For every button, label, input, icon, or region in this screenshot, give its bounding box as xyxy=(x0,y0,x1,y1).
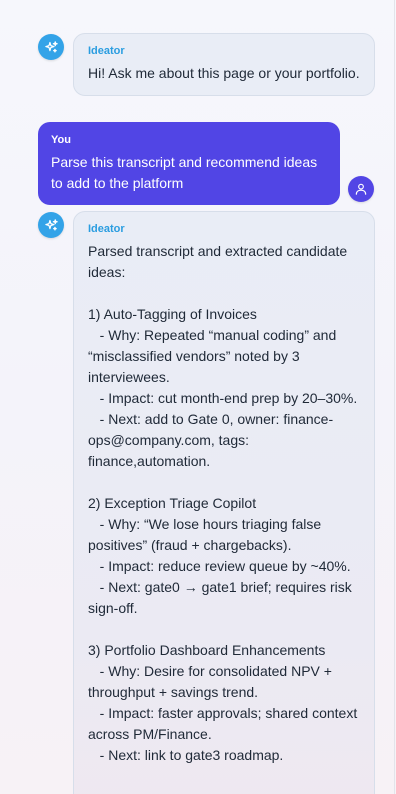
message-sender: Ideator xyxy=(88,223,125,235)
message-sender: Ideator xyxy=(88,45,125,57)
chat-panel: Ideator Hi! Ask me about this page or yo… xyxy=(0,0,396,794)
sparkle-icon xyxy=(44,40,58,52)
assistant-message: Ideator Hi! Ask me about this page or yo… xyxy=(73,33,375,96)
assistant-message: Ideator Parsed transcript and extracted … xyxy=(73,211,375,794)
panel-divider xyxy=(394,0,395,794)
sparkle-icon xyxy=(44,218,58,230)
message-text: Parsed transcript and extracted candidat… xyxy=(88,243,358,763)
user-message: You Parse this transcript and recommend … xyxy=(38,122,340,205)
user-avatar xyxy=(348,176,374,202)
message-text: Parse this transcript and recommend idea… xyxy=(51,154,322,191)
user-icon xyxy=(355,183,367,195)
message-text: Hi! Ask me about this page or your portf… xyxy=(88,65,360,81)
assistant-avatar xyxy=(38,34,64,60)
message-sender: You xyxy=(51,134,71,146)
assistant-avatar xyxy=(38,212,64,238)
